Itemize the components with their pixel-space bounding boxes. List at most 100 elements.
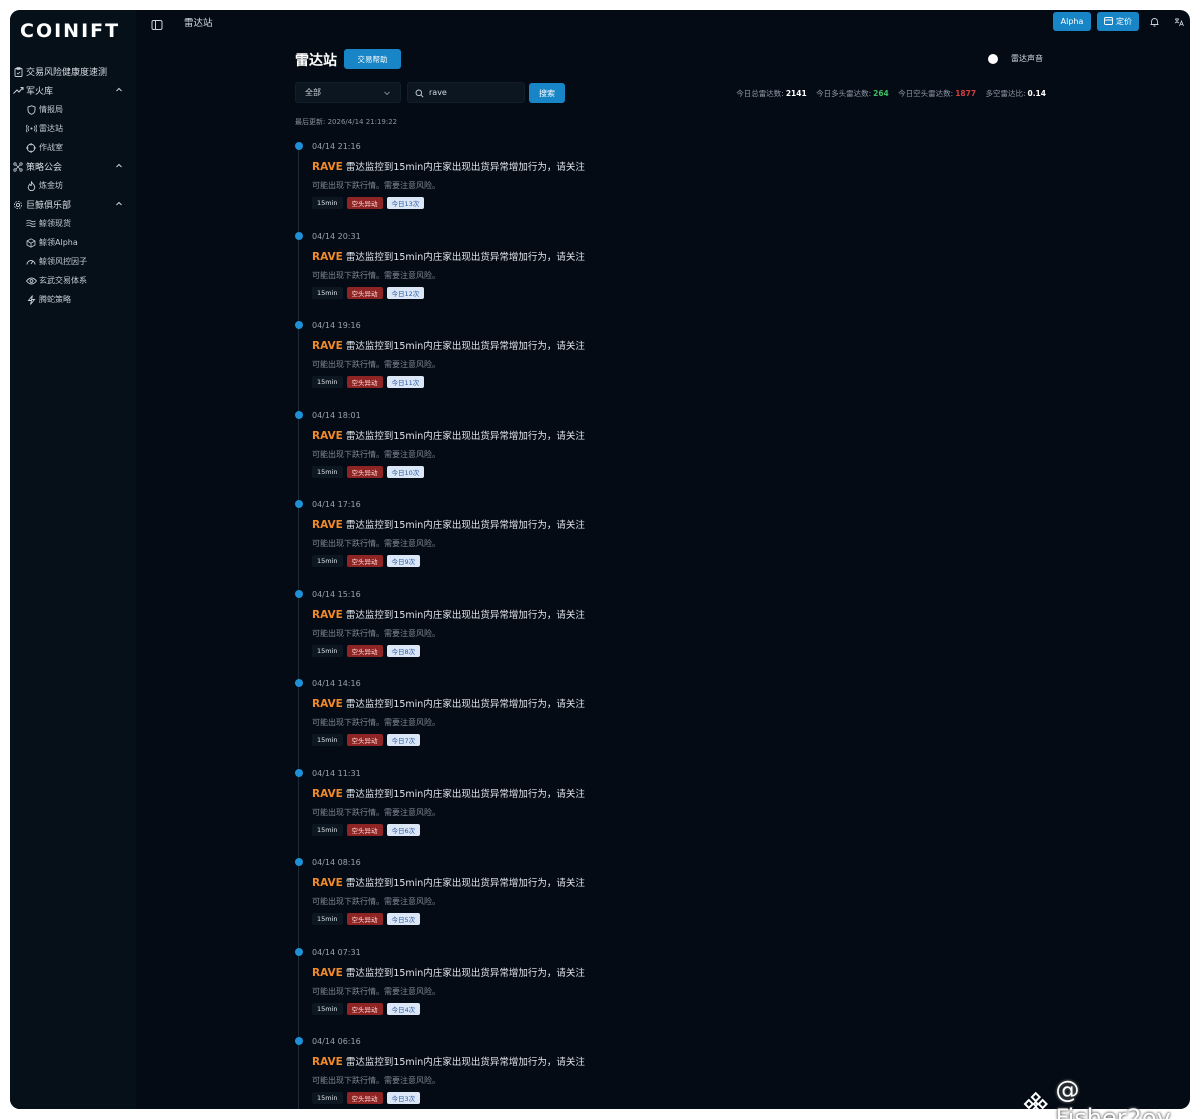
radar-entry[interactable]: 04/14 06:16 RAVE 雷达监控到15min内庄家出现出货异常增加行为，请… (295, 1033, 715, 1109)
radar-sound-toggle[interactable] (988, 54, 998, 64)
entry-subtext: 可能出现下跌行情。需要注意风险。 (312, 897, 440, 906)
radar-timeline: 04/14 21:16 RAVE 雷达监控到15min内庄家出现出货异常增加行为，请… (295, 138, 715, 1109)
entry-symbol[interactable]: RAVE (312, 877, 343, 889)
entry-time: 04/14 07:31 (312, 947, 361, 957)
entry-symbol[interactable]: RAVE (312, 340, 343, 352)
timeline-dot (295, 947, 303, 956)
filter-select[interactable]: 全部 (295, 82, 401, 103)
radar-entry[interactable]: 04/14 20:31 RAVE 雷达监控到15min内庄家出现出货异常增加行为，请… (295, 228, 715, 318)
search-box[interactable] (407, 82, 525, 103)
timeframe-tag: 15min (312, 734, 343, 746)
radar-entry[interactable]: 04/14 07:31 RAVE 雷达监控到15min内庄家出现出货异常增加行为，请… (295, 944, 715, 1034)
sidebar-item-label: 鲸领风控因子 (39, 257, 87, 266)
entry-symbol[interactable]: RAVE (312, 788, 343, 800)
sidebar-item[interactable]: 玄武交易体系 (10, 271, 136, 290)
last-updated: 最后更新: 2026/4/14 21:19:22 (295, 118, 398, 126)
entry-message: RAVE 雷达监控到15min内庄家出现出货异常增加行为，请关注 (312, 607, 585, 621)
radar-entry[interactable]: 04/14 21:16 RAVE 雷达监控到15min内庄家出现出货异常增加行为，请… (295, 138, 715, 228)
entry-message-text: 雷达监控到15min内庄家出现出货异常增加行为，请关注 (345, 788, 585, 800)
gauge-icon (25, 256, 37, 268)
signal-type-tag: 空头异动 (346, 913, 383, 925)
entry-message-text: 雷达监控到15min内庄家出现出货异常增加行为，请关注 (345, 162, 585, 173)
entry-symbol[interactable]: RAVE (312, 698, 343, 710)
daily-count-tag: 今日6次 (386, 823, 421, 836)
entry-symbol[interactable]: RAVE (312, 1056, 343, 1068)
bell-icon[interactable] (1147, 15, 1161, 29)
entry-message-text: 雷达监控到15min内庄家出现出货异常增加行为，请关注 (345, 878, 585, 889)
entry-tags: 15min 空头异动 今日7次 (312, 734, 421, 746)
entry-time: 04/14 11:31 (312, 768, 361, 778)
entry-time: 04/14 19:16 (312, 321, 361, 330)
pricing-button[interactable]: 定价 (1097, 12, 1139, 31)
entry-message-text: 雷达监控到15min内庄家出现出货异常增加行为，请关注 (345, 341, 585, 352)
sidebar-item[interactable]: 作战室 (10, 138, 136, 157)
entry-tags: 15min 空头异动 今日4次 (312, 1002, 421, 1015)
sidebar-item[interactable]: 鲸领风控因子 (10, 252, 136, 271)
entry-symbol[interactable]: RAVE (312, 430, 343, 442)
eye-icon (25, 275, 37, 287)
entry-symbol[interactable]: RAVE (312, 519, 343, 531)
radar-stats: 今日总雷达数: 2141 今日多头雷达数: 264 今日空头雷达数: 1877 多空雷… (736, 88, 1046, 99)
sidebar-item-label: 作战室 (39, 143, 63, 152)
entry-tags: 15min 空头异动 今日12次 (312, 286, 425, 299)
sidebar-item-label: 腾蛇策略 (39, 295, 71, 304)
chevron-up-icon[interactable] (114, 199, 124, 209)
sidebar-item[interactable]: 鲸领Alpha (10, 233, 136, 252)
app-logo[interactable]: COINIFT (20, 20, 120, 42)
entry-subtext: 可能出现下跌行情。需要注意风险。 (312, 181, 440, 190)
sidebar-item[interactable]: 情报局 (10, 100, 136, 119)
sidebar-toggle-icon[interactable] (151, 16, 163, 30)
entry-symbol[interactable]: RAVE (312, 161, 343, 173)
daily-count-tag: 今日11次 (386, 376, 425, 388)
sidebar-item[interactable]: 策略公会 (10, 157, 136, 176)
sidebar-item[interactable]: 炼金坊 (10, 176, 136, 195)
trading-help-button[interactable]: 交易帮助 (344, 49, 401, 69)
radar-entry[interactable]: 04/14 18:01 RAVE 雷达监控到15min内庄家出现出货异常增加行为，请… (295, 407, 715, 497)
signal-type-tag: 空头异动 (346, 376, 383, 388)
daily-count-tag: 今日10次 (386, 465, 425, 478)
translate-icon[interactable] (1172, 15, 1186, 29)
sidebar-item[interactable]: 军火库 (10, 81, 136, 100)
signal-type-tag: 空头异动 (346, 555, 383, 567)
timeframe-tag: 15min (312, 913, 343, 925)
daily-count-tag: 今日13次 (386, 197, 425, 209)
app-window: COINIFT 交易风险健康度速测 军火库 情报局 雷达站作战室策略公会 炼金坊 巨鲸俱乐… (10, 10, 1190, 1109)
entry-subtext: 可能出现下跌行情。需要注意风险。 (312, 449, 440, 459)
sidebar-item[interactable]: 鲸领现货 (10, 214, 136, 233)
radar-entry[interactable]: 04/14 08:16 RAVE 雷达监控到15min内庄家出现出货异常增加行为，请… (295, 854, 715, 944)
timeline-dot (295, 410, 303, 419)
entry-subtext: 可能出现下跌行情。需要注意风险。 (312, 718, 440, 727)
watermark-text: @ Fisher2oy (1055, 1076, 1171, 1119)
card-icon (1104, 16, 1113, 27)
daily-count-tag: 今日3次 (386, 1092, 421, 1104)
entry-subtext: 可能出现下跌行情。需要注意风险。 (312, 539, 440, 548)
sidebar-nav: 交易风险健康度速测 军火库 情报局 雷达站作战室策略公会 炼金坊 巨鲸俱乐部 鲸领现货鲸领A… (10, 62, 136, 309)
entry-message: RAVE 雷达监控到15min内庄家出现出货异常增加行为，请关注 (312, 875, 585, 889)
signal-type-tag: 空头异动 (346, 644, 383, 657)
radar-entry[interactable]: 04/14 14:16 RAVE 雷达监控到15min内庄家出现出货异常增加行为，请… (295, 675, 715, 765)
entry-message: RAVE 雷达监控到15min内庄家出现出货异常增加行为，请关注 (312, 696, 585, 710)
entry-symbol[interactable]: RAVE (312, 967, 343, 979)
entry-symbol[interactable]: RAVE (312, 609, 343, 621)
radar-entry[interactable]: 04/14 17:16 RAVE 雷达监控到15min内庄家出现出货异常增加行为，请… (295, 496, 715, 586)
timeline-dot (295, 858, 303, 866)
chevron-up-icon[interactable] (114, 161, 124, 171)
sidebar-item[interactable]: 腾蛇策略 (10, 290, 136, 309)
sidebar-item[interactable]: 交易风险健康度速测 (10, 62, 136, 81)
daily-count-tag: 今日8次 (386, 644, 421, 657)
search-button[interactable]: 搜索 (529, 83, 565, 103)
entry-symbol[interactable]: RAVE (312, 251, 343, 263)
sidebar-item[interactable]: 巨鲸俱乐部 (10, 195, 136, 214)
chevron-up-icon[interactable] (114, 85, 124, 95)
radar-entry[interactable]: 04/14 15:16 RAVE 雷达监控到15min内庄家出现出货异常增加行为，请… (295, 586, 715, 676)
network-icon (12, 161, 24, 173)
radar-entry[interactable]: 04/14 11:31 RAVE 雷达监控到15min内庄家出现出货异常增加行为，请… (295, 765, 715, 855)
sidebar-item-label: 鲸领Alpha (39, 238, 78, 247)
entry-time: 04/14 18:01 (312, 410, 361, 420)
sidebar-item[interactable]: 雷达站 (10, 119, 136, 138)
gear-icon (12, 199, 24, 211)
radar-entry[interactable]: 04/14 19:16 RAVE 雷达监控到15min内庄家出现出货异常增加行为，请… (295, 317, 715, 407)
alpha-button[interactable]: Alpha (1053, 12, 1091, 31)
search-input[interactable] (429, 88, 519, 97)
signal-type-tag: 空头异动 (346, 1002, 383, 1015)
